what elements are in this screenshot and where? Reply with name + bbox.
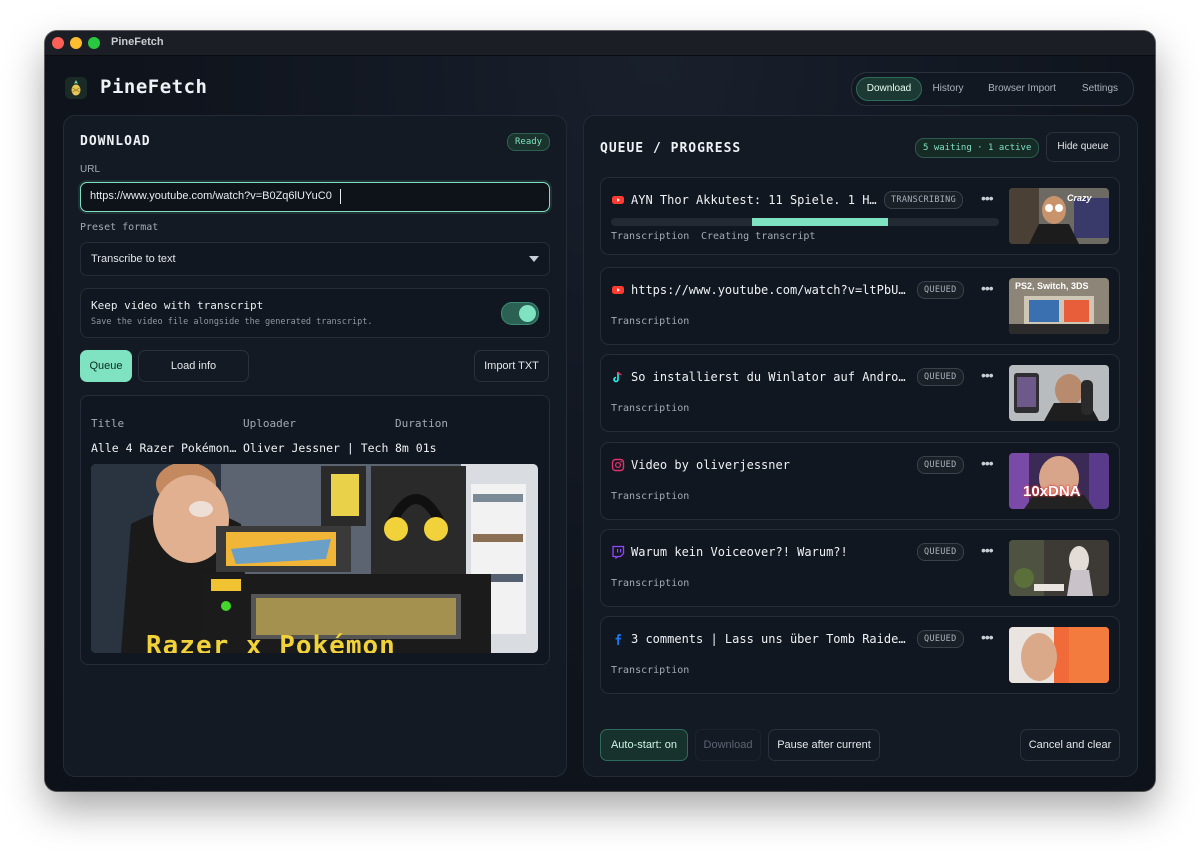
queue-item-thumbnail (1009, 365, 1109, 421)
status-badge: Ready (507, 133, 551, 151)
keep-video-option: Keep video with transcript Save the vide… (80, 288, 550, 338)
queue-item-mode: Transcription (611, 231, 690, 242)
main-nav: Download History Browser Import Settings (851, 72, 1134, 106)
facebook-icon (615, 634, 621, 645)
twitch-icon (612, 545, 625, 559)
queue-item-title: Video by oliverjessner (631, 458, 790, 472)
queue-item-mode: Transcription (611, 316, 690, 327)
queue-item-thumbnail: PS2, Switch, 3DS (1009, 278, 1109, 334)
keep-video-toggle[interactable] (501, 302, 539, 325)
video-uploader: Oliver Jessner | Tech (243, 441, 389, 455)
queue-item-mode: Transcription (611, 403, 690, 414)
download-button[interactable]: Download (695, 729, 761, 761)
queue-item[interactable]: 3 comments | Lass uns über Tomb Raider… … (600, 616, 1120, 694)
more-options-icon[interactable]: ••• (981, 367, 994, 383)
queue-item[interactable]: So installierst du Winlator auf Androi… … (600, 354, 1120, 432)
uploader-column-header: Uploader (243, 417, 296, 430)
tiktok-icon (613, 371, 622, 383)
tab-browser-import[interactable]: Browser Import (976, 77, 1068, 101)
queue-thumb-text: PS2, Switch, 3DS (1015, 281, 1089, 291)
queue-item-status: TRANSCRIBING (884, 191, 964, 209)
queue-thumb-text: 10xDNA (1023, 483, 1081, 500)
pineapple-logo-icon (65, 77, 87, 99)
preset-label: Preset format (80, 222, 159, 233)
queue-item-thumbnail: 10xDNA (1009, 453, 1109, 509)
video-duration: 8m 01s (395, 441, 437, 455)
url-input-value: https://www.youtube.com/watch?v=B0Zq6lUY… (90, 190, 332, 202)
queue-item-title: AYN Thor Akkutest: 11 Spiele. 1 H… (631, 193, 877, 207)
download-panel: DOWNLOAD Ready URL https://www.youtube.c… (63, 115, 567, 777)
queue-item-thumbnail (1009, 540, 1109, 596)
cancel-and-clear-button[interactable]: Cancel and clear (1020, 729, 1120, 761)
queue-item-title: 3 comments | Lass uns über Tomb Raider… (631, 632, 909, 646)
load-info-button[interactable]: Load info (138, 350, 249, 382)
title-column-header: Title (91, 417, 125, 430)
url-input[interactable]: https://www.youtube.com/watch?v=B0Zq6lUY… (80, 182, 550, 212)
queue-item-thumbnail (1009, 627, 1109, 683)
download-title: DOWNLOAD (80, 134, 151, 149)
duration-column-header: Duration (395, 417, 448, 430)
import-txt-button[interactable]: Import TXT (474, 350, 549, 382)
queue-item[interactable]: https://www.youtube.com/watch?v=ltPbU0… … (600, 267, 1120, 345)
queue-title: QUEUE / PROGRESS (600, 141, 742, 156)
queue-item-title: So installierst du Winlator auf Androi… (631, 370, 909, 384)
maximize-window-button[interactable] (88, 37, 100, 49)
youtube-icon (612, 286, 624, 294)
queue-item-status: QUEUED (917, 456, 964, 474)
close-window-button[interactable] (52, 37, 64, 49)
queue-item[interactable]: Warum kein Voiceover?! Warum?! QUEUED ••… (600, 529, 1120, 607)
instagram-icon (611, 458, 625, 472)
youtube-icon (612, 196, 624, 204)
queue-item-status: QUEUED (917, 543, 964, 561)
queue-button[interactable]: Queue (80, 350, 132, 382)
video-title: Alle 4 Razer Pokémon… (91, 441, 237, 455)
video-info-card: Title Uploader Duration Alle 4 Razer Pok… (80, 395, 550, 665)
toggle-knob (519, 305, 536, 322)
url-label: URL (80, 164, 101, 175)
pause-after-current-button[interactable]: Pause after current (768, 729, 880, 761)
preset-format-select[interactable]: Transcribe to text (80, 242, 550, 276)
app-name: PineFetch (100, 76, 208, 98)
more-options-icon[interactable]: ••• (981, 280, 994, 296)
minimize-window-button[interactable] (70, 37, 82, 49)
queue-item-mode: Transcription (611, 491, 690, 502)
more-options-icon[interactable]: ••• (981, 190, 994, 206)
video-thumbnail: Razer x Pokémon (91, 464, 538, 653)
queue-item-status: QUEUED (917, 630, 964, 648)
titlebar: PineFetch (45, 31, 1155, 56)
more-options-icon[interactable]: ••• (981, 542, 994, 558)
chevron-down-icon (529, 256, 539, 262)
queue-item-detail: Creating transcript (701, 231, 816, 242)
auto-start-toggle[interactable]: Auto-start: on (600, 729, 688, 761)
queue-thumb-text: Crazy (1067, 193, 1092, 203)
thumbnail-caption: Razer x Pokémon (146, 631, 396, 653)
more-options-icon[interactable]: ••• (981, 629, 994, 645)
progress-fill (752, 218, 888, 226)
queue-item[interactable]: Video by oliverjessner QUEUED ••• Transc… (600, 442, 1120, 520)
app-content: PineFetch Download History Browser Impor… (45, 56, 1155, 791)
hide-queue-button[interactable]: Hide queue (1046, 132, 1120, 162)
preset-format-value: Transcribe to text (91, 253, 176, 265)
tab-history[interactable]: History (924, 77, 972, 101)
text-caret (340, 189, 341, 204)
queue-item-status: QUEUED (917, 368, 964, 386)
app-window: PineFetch PineFetch Download History Bro… (45, 31, 1155, 791)
keep-video-title: Keep video with transcript (91, 299, 264, 312)
queue-item-title: Warum kein Voiceover?! Warum?! (631, 545, 848, 559)
queue-summary-badge: 5 waiting · 1 active (915, 138, 1040, 158)
queue-item-mode: Transcription (611, 665, 690, 676)
queue-item-title: https://www.youtube.com/watch?v=ltPbU0… (631, 283, 909, 297)
window-title: PineFetch (111, 36, 164, 48)
queue-item-thumbnail: Crazy (1009, 188, 1109, 244)
queue-item[interactable]: AYN Thor Akkutest: 11 Spiele. 1 H… TRANS… (600, 177, 1120, 255)
tab-download[interactable]: Download (856, 77, 922, 101)
queue-item-status: QUEUED (917, 281, 964, 299)
keep-video-description: Save the video file alongside the genera… (91, 317, 373, 327)
more-options-icon[interactable]: ••• (981, 455, 994, 471)
queue-item-mode: Transcription (611, 578, 690, 589)
tab-settings[interactable]: Settings (1072, 77, 1128, 101)
queue-panel: QUEUE / PROGRESS 5 waiting · 1 active Hi… (583, 115, 1138, 777)
transcription-progress-bar (611, 218, 999, 226)
